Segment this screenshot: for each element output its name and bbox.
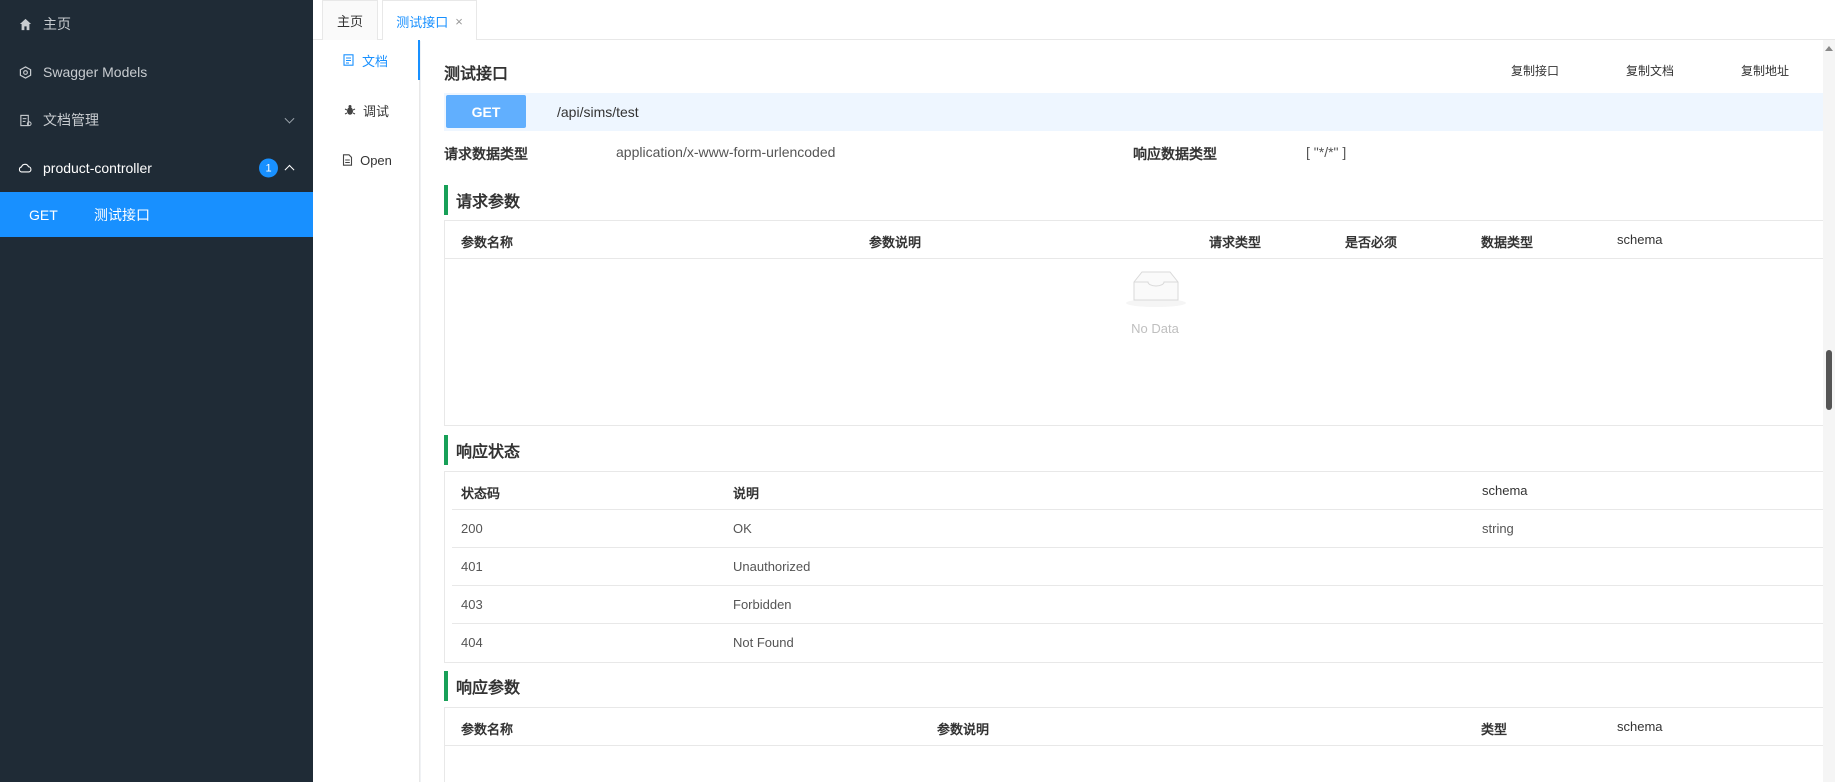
bug-icon — [344, 104, 356, 116]
api-name-label: 测试接口 — [94, 206, 150, 223]
request-type-label: 请求数据类型 — [444, 146, 528, 162]
tabs-bar: 主页 测试接口 × — [313, 0, 1835, 41]
chevron-down-icon — [284, 113, 295, 124]
tab-label: 主页 — [336, 14, 363, 29]
sidebar-item-label: Swagger Models — [43, 64, 148, 80]
column-header: 参数说明 — [869, 235, 922, 250]
request-type-value: application/x-www-form-urlencoded — [616, 144, 836, 160]
column-header: 数据类型 — [1481, 235, 1534, 250]
column-header: 类型 — [1481, 722, 1508, 737]
column-header: schema — [1617, 719, 1663, 734]
copy-url-button[interactable]: 复制地址 — [1741, 62, 1789, 79]
inner-nav-label: 文档 — [361, 53, 388, 69]
column-header: 参数名称 — [461, 235, 514, 250]
status-code: 403 — [461, 597, 483, 612]
status-desc: Forbidden — [733, 597, 792, 612]
doc-manage-icon — [18, 113, 32, 127]
status-code: 404 — [461, 635, 483, 650]
sidebar-item-label: product-controller — [43, 160, 152, 176]
status-schema: string — [1482, 521, 1514, 536]
response-type-label: 响应数据类型 — [1133, 146, 1217, 162]
sidebar-item-test-api[interactable]: GET 测试接口 — [0, 192, 313, 237]
inner-nav-label: Open — [360, 152, 392, 168]
chevron-up-icon — [284, 164, 295, 175]
home-icon — [18, 17, 32, 31]
section-response-status: 响应状态 — [444, 435, 520, 465]
sidebar: 主页 Swagger Models 文档管理 product-controlle… — [0, 0, 313, 782]
doc-main: 测试接口 复制接口 复制文档 复制地址 GET /api/sims/test 请… — [421, 40, 1835, 782]
status-desc: OK — [733, 521, 752, 536]
scrollbar-thumb[interactable] — [1826, 350, 1832, 410]
column-header: 参数名称 — [461, 722, 514, 737]
divider — [445, 745, 1835, 746]
document-icon — [343, 54, 355, 66]
status-code: 200 — [461, 521, 483, 536]
divider — [452, 623, 1835, 624]
empty-inbox-icon — [1126, 271, 1186, 307]
copy-doc-button[interactable]: 复制文档 — [1626, 62, 1674, 79]
response-status-table: 状态码 说明 schema 200 OK string 401 Unauthor… — [444, 471, 1835, 663]
vertical-scrollbar[interactable] — [1823, 40, 1835, 782]
count-badge: 1 — [259, 158, 278, 178]
status-desc: Not Found — [733, 635, 794, 650]
inner-nav-label: 调试 — [362, 103, 389, 119]
sidebar-item-home[interactable]: 主页 — [0, 0, 313, 48]
page-title: 测试接口 — [444, 66, 509, 83]
status-code: 401 — [461, 559, 483, 574]
section-response-params: 响应参数 — [444, 671, 520, 701]
response-type-value: [ "*/*" ] — [1306, 144, 1347, 160]
column-header: 是否必须 — [1345, 235, 1398, 250]
endpoint-path: /api/sims/test — [557, 104, 639, 120]
request-params-table: 参数名称 参数说明 请求类型 是否必须 数据类型 schema No Data — [444, 220, 1835, 426]
copy-api-button[interactable]: 复制接口 — [1511, 62, 1559, 79]
column-header: schema — [1482, 483, 1528, 498]
method-label: GET — [29, 206, 58, 223]
response-params-table: 参数名称 参数说明 类型 schema — [444, 707, 1835, 782]
column-header: schema — [1617, 232, 1663, 247]
status-desc: Unauthorized — [733, 559, 811, 574]
sidebar-item-swagger-models[interactable]: Swagger Models — [0, 48, 313, 96]
tab-home[interactable]: 主页 — [322, 0, 378, 40]
column-header: 请求类型 — [1209, 235, 1262, 250]
divider — [452, 509, 1835, 510]
doc-inner-nav: 文档 调试 Open — [313, 40, 420, 782]
models-icon — [18, 65, 32, 79]
endpoint-bar: GET /api/sims/test — [444, 93, 1835, 131]
column-header: 参数说明 — [937, 722, 990, 737]
column-header: 说明 — [733, 486, 760, 501]
inner-nav-debug[interactable]: 调试 — [313, 90, 420, 130]
tab-label: 测试接口 — [396, 14, 449, 30]
divider — [445, 258, 1835, 259]
divider — [452, 547, 1835, 548]
sidebar-item-label: 主页 — [43, 16, 71, 32]
sidebar-item-product-controller[interactable]: product-controller 1 — [0, 144, 313, 192]
file-icon — [341, 154, 353, 166]
inner-nav-docs[interactable]: 文档 — [313, 40, 420, 80]
section-request-params: 请求参数 — [444, 185, 520, 215]
close-icon[interactable]: × — [455, 14, 463, 29]
column-header: 状态码 — [461, 486, 501, 501]
inner-nav-open[interactable]: Open — [313, 140, 420, 180]
sidebar-item-label: 文档管理 — [43, 112, 99, 128]
sidebar-item-doc-manage[interactable]: 文档管理 — [0, 96, 313, 144]
divider — [452, 585, 1835, 586]
empty-text: No Data — [1131, 321, 1179, 336]
scroll-up-icon[interactable] — [1825, 46, 1833, 51]
cloud-icon — [18, 161, 32, 175]
tab-test-api[interactable]: 测试接口 × — [382, 0, 477, 41]
method-badge: GET — [446, 95, 526, 128]
